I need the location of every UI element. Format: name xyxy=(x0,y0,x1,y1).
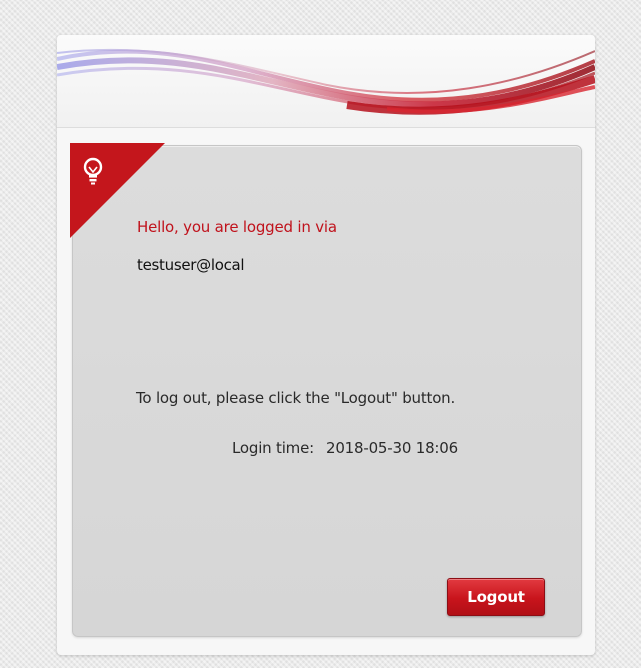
logout-button[interactable]: Logout xyxy=(447,578,545,616)
logout-instruction: To log out, please click the "Logout" bu… xyxy=(136,389,456,407)
login-status-card: Hello, you are logged in via testuser@lo… xyxy=(57,35,595,655)
login-time-row: Login time: 2018-05-30 18:06 xyxy=(232,439,458,457)
username-text: testuser@local xyxy=(137,256,245,274)
status-panel: Hello, you are logged in via testuser@lo… xyxy=(70,143,582,637)
wave-banner-graphic xyxy=(57,48,595,115)
header-banner xyxy=(57,35,595,128)
login-time-label: Login time: xyxy=(232,439,314,457)
login-time-value: 2018-05-30 18:06 xyxy=(325,439,458,457)
greeting-text: Hello, you are logged in via xyxy=(137,218,337,236)
